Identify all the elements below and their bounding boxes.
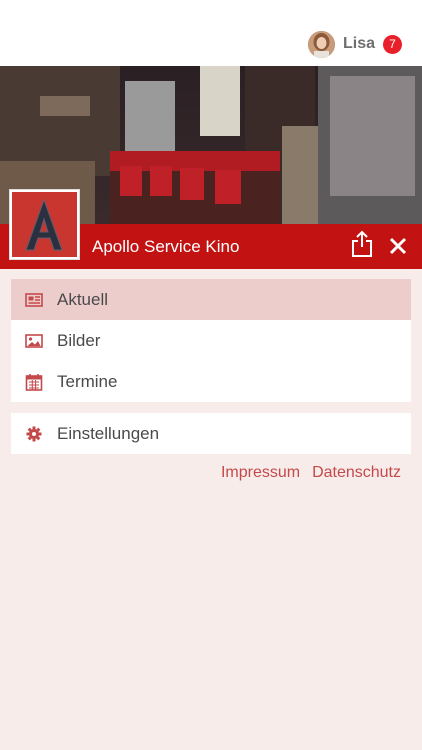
menu-item-bilder[interactable]: Bilder xyxy=(11,320,411,361)
close-button[interactable] xyxy=(388,236,408,256)
menu-item-label: Termine xyxy=(57,371,118,391)
menu-item-einstellungen[interactable]: Einstellungen xyxy=(11,413,411,454)
menu-item-label: Aktuell xyxy=(57,289,109,309)
image-icon xyxy=(25,332,43,350)
cinema-name: Apollo Service Kino xyxy=(92,237,240,256)
footer-links: Impressum Datenschutz xyxy=(221,464,401,482)
user-profile[interactable]: Lisa 7 xyxy=(307,30,402,58)
impressum-link[interactable]: Impressum xyxy=(221,464,300,482)
gear-icon xyxy=(25,425,43,443)
menu-item-termine[interactable]: Termine xyxy=(11,361,411,402)
menu-item-label: Bilder xyxy=(57,330,101,350)
share-icon xyxy=(352,230,372,257)
avatar[interactable] xyxy=(307,30,335,58)
notification-badge[interactable]: 7 xyxy=(383,34,402,54)
menu-item-label: Einstellungen xyxy=(57,423,160,443)
cinema-logo-letter-icon xyxy=(12,192,77,257)
settings-menu: Einstellungen xyxy=(11,413,411,454)
datenschutz-link[interactable]: Datenschutz xyxy=(312,464,401,482)
close-icon xyxy=(389,237,407,255)
top-bar: Lisa 7 xyxy=(0,0,422,66)
newspaper-icon xyxy=(25,291,43,309)
calendar-icon xyxy=(25,373,43,391)
menu-item-aktuell[interactable]: Aktuell xyxy=(11,279,411,320)
user-name[interactable]: Lisa xyxy=(343,35,375,53)
share-button[interactable] xyxy=(350,230,374,258)
main-menu: Aktuell Bilder Termine xyxy=(11,279,411,402)
cinema-logo xyxy=(10,190,79,259)
